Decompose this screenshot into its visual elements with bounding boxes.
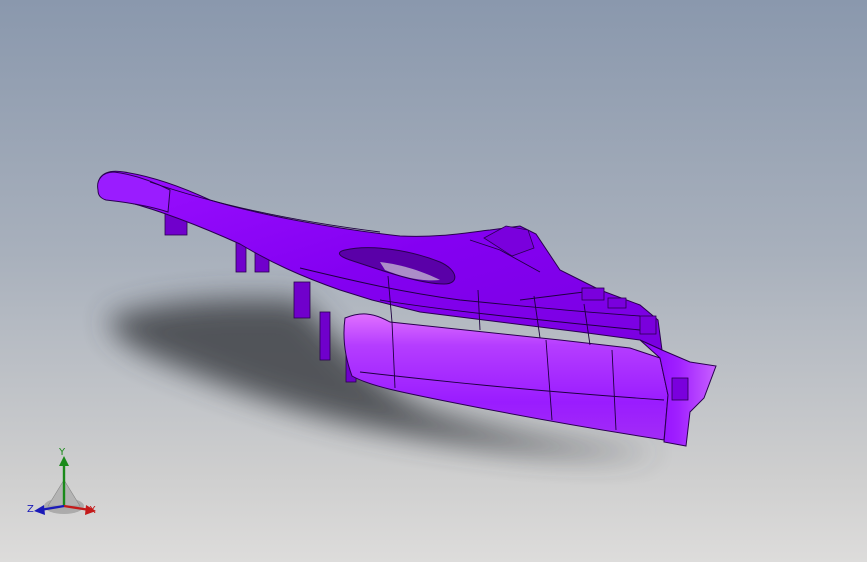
graphics-viewport[interactable]: Y Z X bbox=[0, 0, 867, 562]
z-axis-label: Z bbox=[27, 504, 34, 515]
x-axis-label: X bbox=[89, 505, 96, 516]
part-left-nose bbox=[97, 171, 171, 213]
y-axis-label: Y bbox=[59, 447, 66, 458]
z-axis-arrow-icon bbox=[34, 505, 45, 515]
axis-triad: Y Z X bbox=[26, 448, 104, 522]
model-scene[interactable] bbox=[0, 0, 867, 562]
